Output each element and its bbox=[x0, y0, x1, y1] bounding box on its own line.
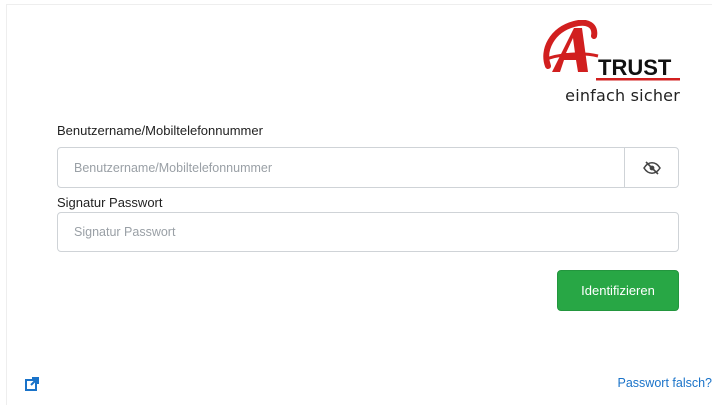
toggle-visibility-button[interactable] bbox=[624, 147, 679, 188]
username-label: Benutzername/Mobiltelefonnummer bbox=[57, 123, 263, 138]
external-link-icon[interactable] bbox=[25, 377, 39, 391]
password-label: Signatur Passwort bbox=[57, 195, 163, 210]
forgot-password-link[interactable]: Passwort falsch? bbox=[618, 376, 712, 390]
identify-button[interactable]: Identifizieren bbox=[557, 270, 679, 311]
password-input[interactable] bbox=[57, 212, 679, 252]
logo-brand-word: TRUST bbox=[598, 55, 672, 80]
logo-tagline: einfach sicher bbox=[565, 86, 680, 105]
eye-slash-icon bbox=[642, 160, 661, 175]
username-input[interactable] bbox=[57, 147, 625, 188]
a-trust-logo: TRUST einfach sicher bbox=[538, 20, 682, 116]
a-trust-logo-mark: TRUST bbox=[543, 20, 680, 81]
